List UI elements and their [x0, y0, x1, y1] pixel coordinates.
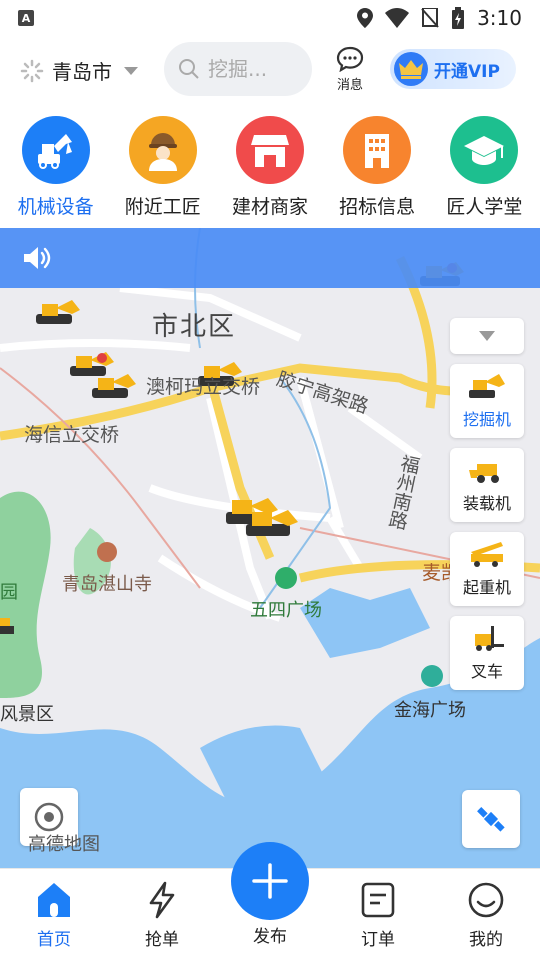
- tab-orders[interactable]: 订单: [333, 881, 423, 950]
- category-label: 机械设备: [17, 196, 94, 218]
- crown-icon: [394, 52, 428, 86]
- chevron-down-icon: [479, 331, 495, 341]
- map-label: 风景区: [0, 704, 54, 725]
- filter-loader[interactable]: 装载机: [450, 448, 524, 522]
- category-nav: 机械设备 附近工匠 建材商家 招标信息 匠人学堂: [0, 116, 540, 220]
- category-materials[interactable]: 建材商家: [217, 116, 323, 220]
- locate-icon: [34, 802, 64, 832]
- shop-icon: [235, 116, 304, 184]
- smiley-icon: [468, 882, 504, 918]
- worker-icon: [128, 116, 197, 184]
- map-label: 金海广场: [394, 700, 466, 721]
- satellite-icon: [477, 807, 505, 832]
- tab-label: 抢单: [145, 930, 179, 950]
- home-icon: [38, 883, 70, 917]
- speaker-icon: [24, 247, 51, 269]
- chevron-down-icon: [124, 66, 138, 75]
- publish-button[interactable]: [231, 842, 309, 920]
- message-label: 消息: [336, 78, 363, 93]
- map-brand-logo: 高德地图: [28, 830, 100, 856]
- map-label-district: 市北区: [152, 312, 237, 342]
- category-bidding[interactable]: 招标信息: [324, 116, 430, 220]
- filter-excavator[interactable]: 挖掘机: [450, 364, 524, 438]
- excavator-icon: [469, 374, 505, 398]
- category-machinery[interactable]: 机械设备: [3, 116, 109, 220]
- filter-label: 装载机: [462, 494, 511, 513]
- filter-forklift[interactable]: 叉车: [450, 616, 524, 690]
- announcement-bar[interactable]: [0, 228, 540, 288]
- tab-label: 首页: [37, 930, 71, 950]
- filter-label: 挖掘机: [462, 410, 511, 429]
- building-icon: [343, 116, 412, 184]
- tab-grab[interactable]: 抢单: [117, 881, 207, 950]
- loading-spinner-icon: [20, 59, 44, 82]
- search-box[interactable]: [164, 42, 312, 96]
- wifi-icon: [385, 8, 410, 28]
- map-label: 澳柯玛立交桥: [146, 376, 261, 398]
- map-brand-label: 高德地图: [28, 834, 100, 855]
- status-bar: A 3:10: [0, 0, 540, 36]
- filter-label: 叉车: [470, 662, 503, 681]
- city-selector[interactable]: 青岛市: [20, 56, 138, 85]
- collapse-toggle[interactable]: [450, 318, 524, 354]
- no-signal-icon: [421, 8, 439, 28]
- machine-type-filter: 挖掘机 装载机 起重机 叉车: [450, 318, 524, 690]
- category-craftsmen[interactable]: 附近工匠: [110, 116, 216, 220]
- category-label: 招标信息: [339, 196, 416, 218]
- city-name: 青岛市: [52, 60, 112, 84]
- chat-bubble-icon: [336, 46, 364, 72]
- search-input[interactable]: [208, 57, 298, 81]
- loader-icon: [469, 464, 499, 483]
- location-icon: [357, 8, 374, 28]
- plus-icon: [252, 863, 288, 899]
- search-icon: [179, 59, 199, 79]
- category-label: 匠人学堂: [446, 196, 523, 218]
- tab-label: 我的: [469, 930, 503, 950]
- tab-mine[interactable]: 我的: [441, 881, 531, 950]
- battery-charging-icon: [452, 7, 465, 29]
- document-icon: [361, 882, 395, 918]
- map-label: 园: [0, 582, 18, 603]
- category-school[interactable]: 匠人学堂: [431, 116, 537, 220]
- graduation-cap-icon: [450, 116, 519, 184]
- filter-crane[interactable]: 起重机: [450, 532, 524, 606]
- map-label: 青岛湛山寺: [62, 574, 152, 595]
- top-header: 青岛市 消息 开通VIP: [0, 42, 540, 98]
- crane-icon: [471, 542, 503, 567]
- vip-label: 开通VIP: [434, 61, 500, 82]
- category-label: 附近工匠: [124, 196, 201, 218]
- map-view[interactable]: 市北区 澳柯玛立交桥 海信立交桥 胶宁高架路 福州南路 青岛湛山寺 五四广场 金…: [0, 228, 540, 868]
- tab-home[interactable]: 首页: [9, 881, 99, 950]
- notification-badge: A: [18, 10, 34, 26]
- satellite-layer-button[interactable]: [462, 790, 520, 848]
- vip-button[interactable]: 开通VIP: [390, 49, 516, 89]
- forklift-icon: [475, 626, 504, 651]
- tab-label: 订单: [361, 930, 395, 950]
- clock: 3:10: [477, 6, 522, 30]
- filter-label: 起重机: [462, 578, 511, 597]
- message-button[interactable]: 消息: [330, 46, 370, 93]
- excavator-icon: [21, 116, 90, 184]
- map-label: 五四广场: [250, 600, 322, 621]
- category-label: 建材商家: [231, 196, 308, 218]
- publish-label: 发布: [253, 927, 287, 947]
- lightning-icon: [149, 881, 175, 919]
- map-label: 海信立交桥: [24, 424, 120, 446]
